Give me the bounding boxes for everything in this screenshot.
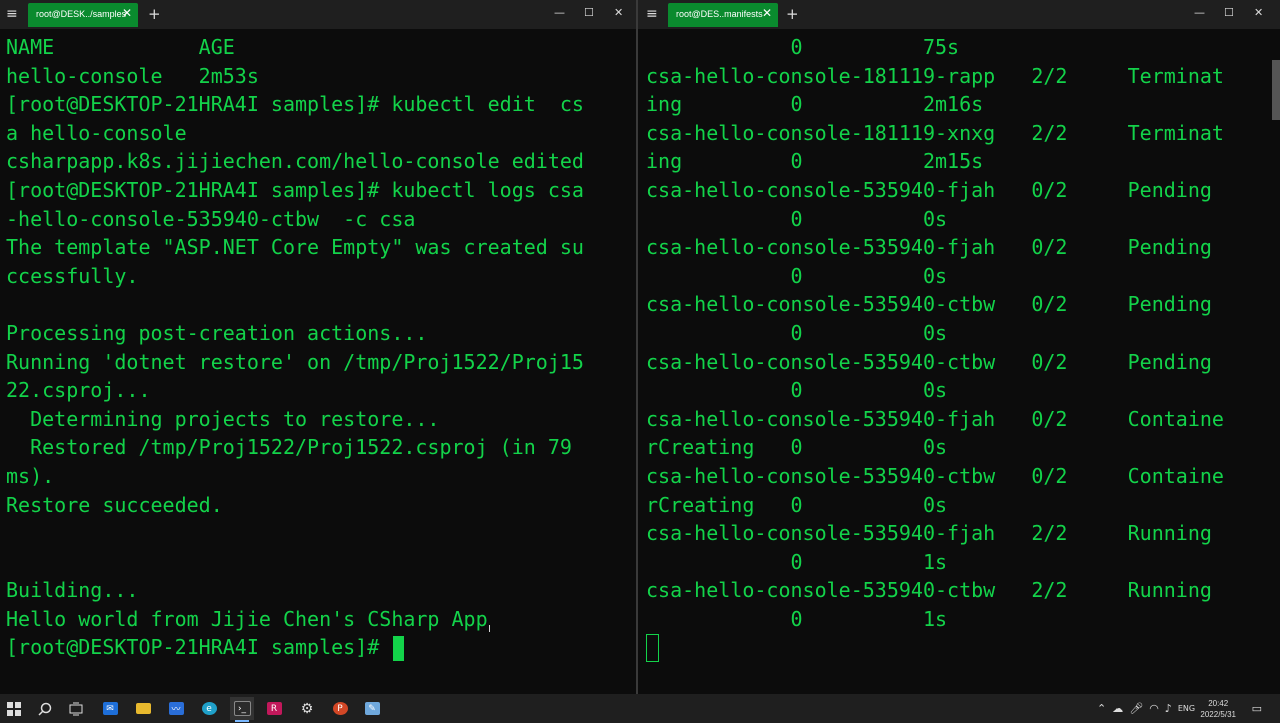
settings-icon[interactable]: ⚙ xyxy=(295,697,319,720)
edge-icon[interactable]: e xyxy=(197,697,221,720)
terminal-line: ing 0 2m15s xyxy=(646,149,984,174)
menu-icon[interactable]: ≡ xyxy=(6,7,20,21)
tray-icons[interactable]: ⌃ ☁ 🎤︎ ◠ ♪ ENG xyxy=(1097,694,1195,723)
terminal-line: csa-hello-console-181119-rapp 2/2 Termin… xyxy=(646,63,1224,88)
terminal-line: [root@DESKTOP-21HRA4I samples]# kubectl … xyxy=(6,177,584,202)
terminal-line: [root@DESKTOP-21HRA4I samples]# kubectl … xyxy=(6,92,584,117)
clock-time: 20:42 xyxy=(1208,699,1229,708)
microphone-icon[interactable]: 🎤︎ xyxy=(1129,702,1143,715)
whiteboard-icon[interactable]: 〰 xyxy=(164,697,188,720)
terminal-line: ing 0 2m16s xyxy=(646,92,984,117)
terminal-line: csa-hello-console-535940-ctbw 0/2 Contai… xyxy=(646,463,1224,488)
terminal-line: ccessfully. xyxy=(6,263,139,288)
notepad-icon[interactable]: ✎ xyxy=(360,697,384,720)
terminal-line: csa-hello-console-535940-fjah 0/2 Pendin… xyxy=(646,177,1212,202)
terminal-line: Processing post-creation actions... xyxy=(6,320,428,345)
windows-start-icon[interactable] xyxy=(2,697,26,720)
prompt-line[interactable]: [root@DESKTOP-21HRA4I samples]# xyxy=(6,633,584,662)
terminal-cursor xyxy=(646,634,659,662)
chevron-up-icon[interactable]: ⌃ xyxy=(1097,702,1106,715)
terminal-output[interactable]: NAME AGE hello-console 2m53s [root@DESKTOP… xyxy=(6,33,584,662)
terminal-line: NAME AGE xyxy=(6,35,235,59)
left-title-bar[interactable]: ≡ root@DESK../samples ✕ + — ☐ ✕ xyxy=(0,0,636,29)
close-window-icon[interactable]: ✕ xyxy=(614,6,623,19)
terminal-line: 0 75s xyxy=(646,35,960,59)
terminal-line: csharpapp.k8s.jijiechen.com/hello-consol… xyxy=(6,149,584,174)
terminal-line: rCreating 0 0s xyxy=(646,492,948,517)
prompt-text: [root@DESKTOP-21HRA4I samples]# xyxy=(6,635,392,660)
terminal-line: csa-hello-console-181119-xnxg 2/2 Termin… xyxy=(646,120,1224,145)
file-explorer-icon[interactable] xyxy=(131,697,155,720)
terminal-line: Running 'dotnet restore' on /tmp/Proj152… xyxy=(6,349,584,374)
tab-samples[interactable]: root@DESK../samples ✕ xyxy=(28,3,138,27)
tab-manifests[interactable]: root@DES..manifests ✕ xyxy=(668,3,778,27)
language-indicator[interactable]: ENG xyxy=(1178,704,1195,713)
terminal-line: rCreating 0 0s xyxy=(646,435,948,460)
scrollbar[interactable] xyxy=(1272,60,1280,120)
tab-label: root@DESK../samples xyxy=(36,9,127,19)
maximize-icon[interactable]: ☐ xyxy=(1224,6,1234,19)
close-tab-icon[interactable]: ✕ xyxy=(122,6,132,20)
terminal-cursor xyxy=(393,636,405,662)
mail-icon[interactable]: ✉ xyxy=(98,697,122,720)
terminal-line: a hello-console xyxy=(6,120,187,145)
clock[interactable]: 20:42 2022/5/31 xyxy=(1200,698,1236,720)
terminal-line: csa-hello-console-535940-ctbw 2/2 Runnin… xyxy=(646,578,1212,603)
new-tab-icon[interactable]: + xyxy=(786,5,799,23)
volume-icon[interactable]: ♪ xyxy=(1165,702,1172,715)
terminal-line: 0 1s xyxy=(646,549,948,574)
right-terminal-window[interactable]: ≡ root@DES..manifests ✕ + — ☐ ✕ 0 75s csa… xyxy=(638,0,1280,694)
powerpoint-icon[interactable]: P xyxy=(328,697,352,720)
terminal-line: The template "ASP.NET Core Empty" was cr… xyxy=(6,235,584,260)
terminal-line: 0 0s xyxy=(646,320,948,345)
new-tab-icon[interactable]: + xyxy=(148,5,161,23)
terminal-output[interactable]: 0 75s csa-hello-console-181119-rapp 2/2 T… xyxy=(646,33,1224,633)
mouse-cursor-icon: I xyxy=(488,624,491,635)
rider-icon[interactable]: R xyxy=(262,697,286,720)
terminal-line: csa-hello-console-535940-fjah 2/2 Runnin… xyxy=(646,521,1212,546)
left-terminal-window[interactable]: ≡ root@DESK../samples ✕ + — ☐ ✕ NAME AGE… xyxy=(0,0,636,694)
terminal-line: ms). xyxy=(6,463,55,488)
right-title-bar[interactable]: ≡ root@DES..manifests ✕ + — ☐ ✕ xyxy=(638,0,1280,29)
terminal-line: 0 0s xyxy=(646,263,948,288)
cloud-icon[interactable]: ☁ xyxy=(1112,702,1123,715)
taskbar: ✉ 〰 e ›_ R ⚙ P ✎ ⌃ ☁ 🎤︎ ◠ ♪ ENG 20:42 20… xyxy=(0,694,1280,723)
terminal-line: csa-hello-console-535940-ctbw 0/2 Pendin… xyxy=(646,292,1212,317)
terminal-line: -hello-console-535940-ctbw -c csa xyxy=(6,206,416,231)
terminal-line: csa-hello-console-535940-ctbw 0/2 Pendin… xyxy=(646,349,1212,374)
notification-icon[interactable]: ▭ xyxy=(1252,694,1262,723)
minimize-icon[interactable]: — xyxy=(554,6,565,19)
terminal-line: 0 0s xyxy=(646,206,948,231)
terminal-line: 22.csproj... xyxy=(6,378,151,403)
tab-label: root@DES..manifests xyxy=(676,9,763,19)
terminal-line: csa-hello-console-535940-fjah 0/2 Contai… xyxy=(646,406,1224,431)
terminal-line: Hello world from Jijie Chen's CSharp App xyxy=(6,606,488,631)
terminal-icon[interactable]: ›_ xyxy=(230,697,254,722)
terminal-line: hello-console 2m53s xyxy=(6,63,259,88)
search-icon[interactable] xyxy=(33,697,57,720)
terminal-line: Restored /tmp/Proj1522/Proj1522.csproj (… xyxy=(6,435,572,460)
task-view-icon[interactable] xyxy=(64,697,88,720)
minimize-icon[interactable]: — xyxy=(1194,6,1205,19)
close-tab-icon[interactable]: ✕ xyxy=(762,6,772,20)
terminal-line: 0 0s xyxy=(646,378,948,403)
terminal-line: Determining projects to restore... xyxy=(6,406,440,431)
terminal-line: Building... xyxy=(6,578,139,603)
maximize-icon[interactable]: ☐ xyxy=(584,6,594,19)
terminal-line: Restore succeeded. xyxy=(6,492,223,517)
menu-icon[interactable]: ≡ xyxy=(646,7,660,21)
terminal-line: 0 1s xyxy=(646,606,948,631)
clock-date: 2022/5/31 xyxy=(1200,710,1236,719)
network-icon[interactable]: ◠ xyxy=(1149,702,1159,715)
close-window-icon[interactable]: ✕ xyxy=(1254,6,1263,19)
terminal-line: csa-hello-console-535940-fjah 0/2 Pendin… xyxy=(646,235,1212,260)
